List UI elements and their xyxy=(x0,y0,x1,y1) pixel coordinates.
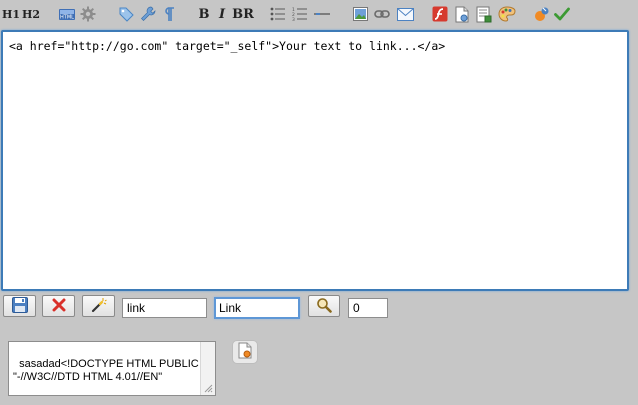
tag-icon[interactable] xyxy=(115,4,137,24)
flash-media-icon[interactable] xyxy=(429,4,451,24)
document-icon xyxy=(238,342,252,362)
svg-text:HTML: HTML xyxy=(60,15,74,21)
line-break-button[interactable]: BR xyxy=(231,4,255,24)
match-count-field[interactable] xyxy=(348,298,388,318)
code-editor[interactable]: <a href="http://go.com" target="_self">Y… xyxy=(1,30,629,291)
insert-html-icon[interactable]: HTML xyxy=(56,4,78,24)
paragraph-icon[interactable] xyxy=(159,4,179,24)
color-palette-icon[interactable] xyxy=(495,4,519,24)
bullet-list-icon[interactable] xyxy=(267,4,289,24)
magnifier-icon xyxy=(316,297,332,316)
form-icon[interactable] xyxy=(473,4,495,24)
email-icon[interactable] xyxy=(393,4,417,24)
search-button[interactable] xyxy=(308,295,340,317)
svg-text:3: 3 xyxy=(292,17,295,21)
horizontal-rule-icon[interactable] xyxy=(311,4,333,24)
gear-icon[interactable] xyxy=(78,4,98,24)
image-icon[interactable] xyxy=(349,4,371,24)
resize-grip-icon[interactable] xyxy=(204,384,213,393)
wrench-icon[interactable] xyxy=(137,4,159,24)
link-icon[interactable] xyxy=(371,4,393,24)
magic-wand-icon xyxy=(91,297,107,316)
numbered-list-icon[interactable]: 123 xyxy=(289,4,311,24)
cleanup-icon[interactable] xyxy=(532,4,552,24)
magic-wand-button[interactable] xyxy=(82,295,115,317)
document-button[interactable] xyxy=(232,340,258,364)
save-button[interactable] xyxy=(3,295,36,317)
heading1-button[interactable]: H1 xyxy=(2,4,20,24)
document-settings-icon[interactable] xyxy=(451,4,473,24)
bold-button[interactable]: B xyxy=(195,4,213,24)
toolbar: H1 H2 HTML B I BR 123 xyxy=(0,0,638,28)
floppy-disk-icon xyxy=(11,296,28,316)
italic-button[interactable]: I xyxy=(213,4,231,24)
apply-check-icon[interactable] xyxy=(552,4,572,24)
link-text-input[interactable] xyxy=(214,297,300,319)
cancel-button[interactable] xyxy=(42,295,75,317)
source-text: sasadad<!DOCTYPE HTML PUBLIC "-//W3C//DT… xyxy=(13,358,199,383)
heading2-button[interactable]: H2 xyxy=(20,4,42,24)
close-icon xyxy=(52,298,66,315)
source-textarea[interactable]: sasadad<!DOCTYPE HTML PUBLIC "-//W3C//DT… xyxy=(8,341,216,396)
link-url-input[interactable] xyxy=(122,298,207,318)
